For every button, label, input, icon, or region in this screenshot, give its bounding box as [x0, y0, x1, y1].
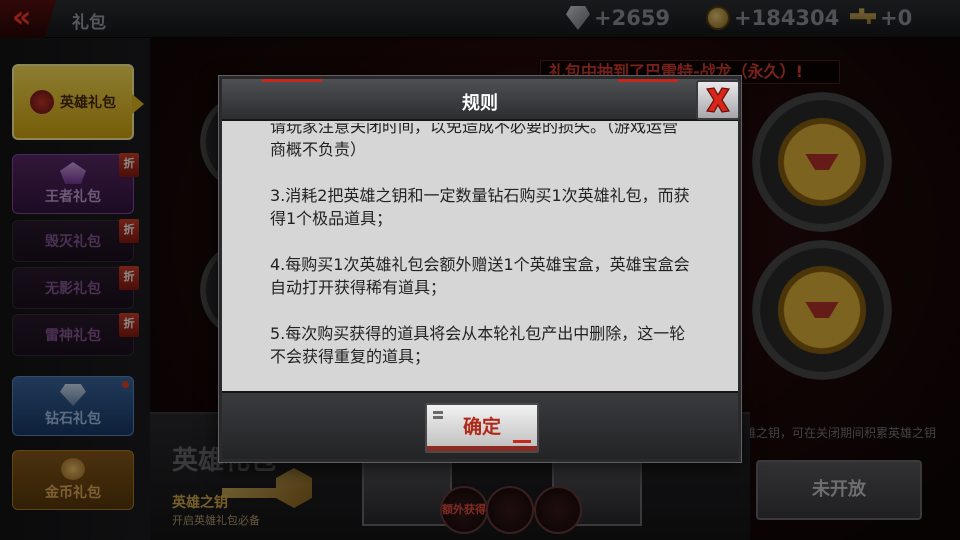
dialog-title: 规则 — [462, 93, 498, 114]
rule-paragraph: 4.每购买1次英雄礼包会额外赠送1个英雄宝盒，英雄宝盒会自动打开获得稀有道具； — [270, 255, 690, 297]
rules-dialog: 规则 请玩家注意关闭时间，以免造成不必要的损失。（游戏运营商概不负责） 3.消耗… — [219, 76, 741, 462]
rule-paragraph: 请玩家注意关闭时间，以免造成不必要的损失。（游戏运营商概不负责） — [270, 123, 679, 159]
confirm-button[interactable]: 确定 — [425, 403, 539, 453]
dialog-footer: 确定 — [222, 391, 738, 459]
rule-paragraph: 5.每次购买获得的道具将会从本轮礼包产出中删除，这一轮不会获得重复的道具； — [270, 324, 686, 366]
dialog-header: 规则 — [222, 79, 738, 121]
close-button[interactable] — [696, 80, 740, 120]
rule-paragraph: 3.消耗2把英雄之钥和一定数量钻石购买1次英雄礼包，而获得1个极品道具； — [270, 186, 690, 228]
rules-scroll-area[interactable]: 请玩家注意关闭时间，以免造成不必要的损失。（游戏运营商概不负责） 3.消耗2把英… — [222, 123, 738, 391]
close-x-icon — [705, 87, 731, 113]
